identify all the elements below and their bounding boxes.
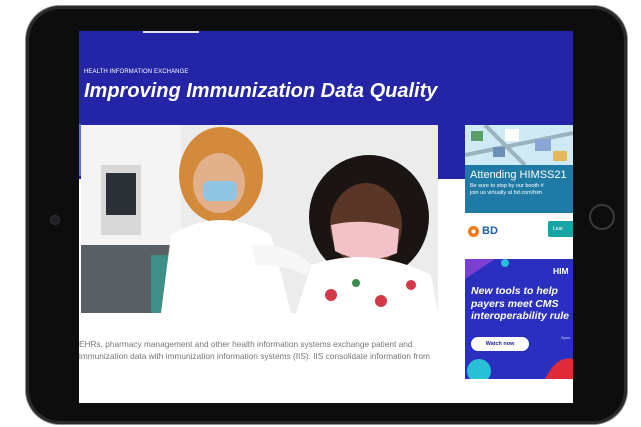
ad-map-illustration <box>465 125 573 165</box>
camera-icon <box>51 216 59 224</box>
home-button[interactable] <box>589 204 615 230</box>
article-category[interactable]: HEALTH INFORMATION EXCHANGE <box>84 69 189 75</box>
ad-heading: Attending HIMSS21 <box>470 169 567 181</box>
himss-ad[interactable]: Attending HIMSS21 Be sure to stop by our… <box>465 125 573 249</box>
ad-subtext-line1: Be sure to stop by our booth # <box>470 183 544 189</box>
ad-brand: HIM <box>553 266 569 276</box>
sponsor-label: Spon <box>561 335 571 340</box>
bd-logo-icon <box>468 225 479 237</box>
ad-headline: New tools to help payers meet CMS intero… <box>471 285 570 322</box>
bd-logo-text: BD <box>482 225 498 237</box>
tablet-screen: HEALTH INFORMATION EXCHANGE Improving Im… <box>79 31 573 403</box>
article-body: EHRs, pharmacy management and other heal… <box>79 339 430 361</box>
article-hero-image <box>81 125 438 313</box>
watch-now-button[interactable]: Watch now <box>471 337 529 351</box>
city-map-icon <box>465 125 573 165</box>
bd-logo: BD <box>468 225 498 237</box>
interoperability-ad[interactable]: HIM New tools to help payers meet CMS in… <box>465 259 573 379</box>
learn-more-button[interactable]: Lear <box>548 221 573 237</box>
vaccination-photo-illustration <box>81 125 438 313</box>
article-title: Improving Immunization Data Quality <box>84 80 438 102</box>
ad-subtext-line2: join us virtually at bd.com/him <box>470 189 543 196</box>
nav-active-underline <box>143 31 199 33</box>
ad-subtext: Be sure to stop by our booth # join us vi… <box>470 183 544 196</box>
